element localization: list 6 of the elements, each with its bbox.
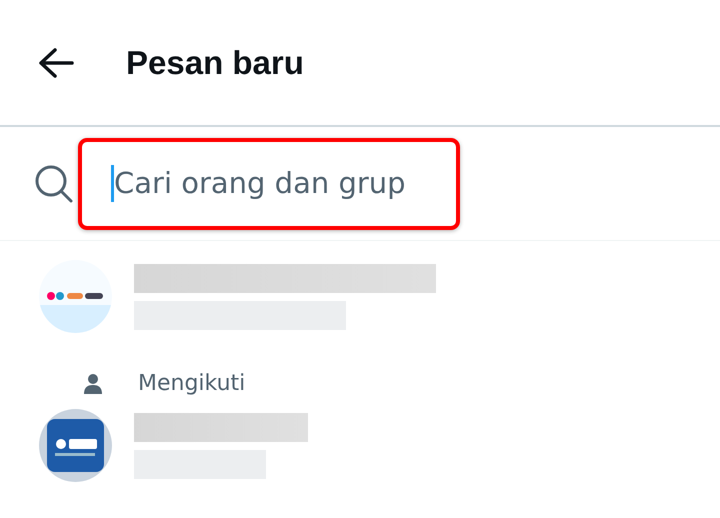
person-icon bbox=[84, 374, 102, 394]
back-icon[interactable] bbox=[38, 46, 74, 78]
section-label: Mengikuti bbox=[138, 370, 246, 398]
search-icon bbox=[34, 164, 74, 204]
search-box[interactable]: Cari orang dan grup bbox=[78, 138, 460, 230]
page-title: Pesan baru bbox=[126, 42, 304, 83]
